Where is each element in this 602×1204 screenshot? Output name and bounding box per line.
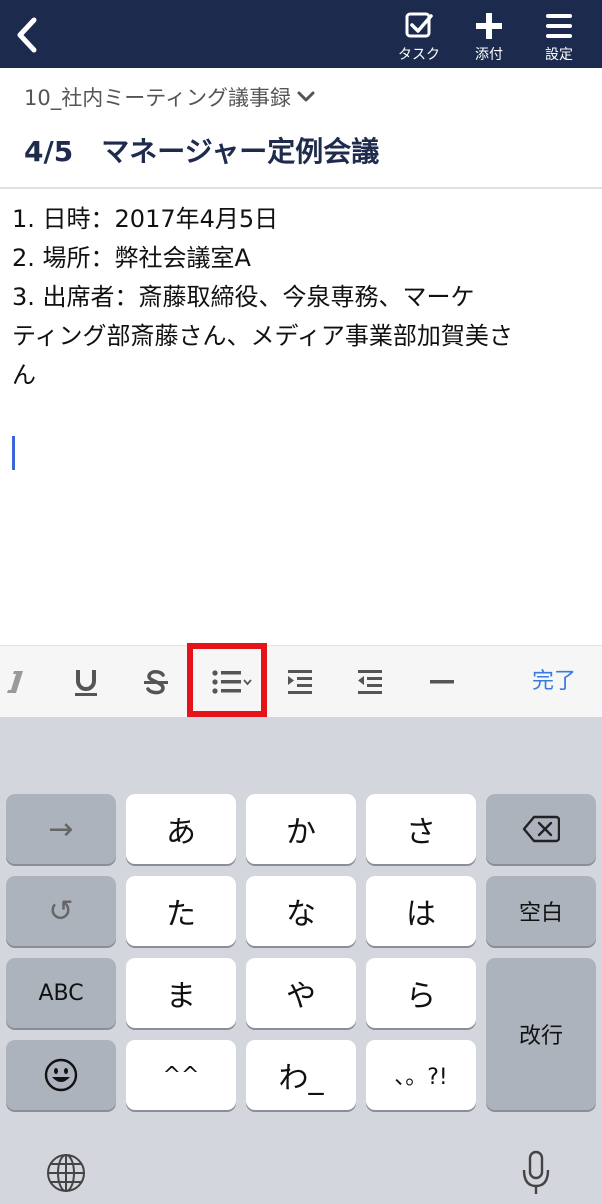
header-divider bbox=[0, 187, 602, 189]
task-button[interactable]: タスク bbox=[389, 8, 449, 64]
key-ra[interactable]: ら bbox=[366, 958, 476, 1028]
horizontal-rule-icon bbox=[430, 680, 454, 684]
globe-icon bbox=[47, 1154, 85, 1192]
key-arrow-right[interactable]: → bbox=[6, 794, 116, 864]
indent-icon bbox=[288, 670, 312, 694]
horizontal-rule-button[interactable] bbox=[422, 658, 462, 706]
key-abc[interactable]: ABC bbox=[6, 958, 116, 1028]
italic-icon bbox=[7, 671, 23, 693]
chevron-left-icon bbox=[17, 17, 37, 53]
indent-button[interactable] bbox=[280, 658, 320, 706]
notebook-selector[interactable]: 10_社内ミーティング議事録 bbox=[24, 82, 315, 112]
key-return[interactable]: 改行 bbox=[486, 958, 596, 1110]
settings-label: 設定 bbox=[545, 47, 573, 63]
key-space[interactable]: 空白 bbox=[486, 876, 596, 946]
backspace-icon bbox=[522, 815, 560, 843]
key-emoji[interactable] bbox=[6, 1040, 116, 1110]
japanese-kana-keyboard: → あ か さ ↺ た な は 空白 ABC ま や ら 改行 ^^ わ_ 、。… bbox=[0, 717, 602, 1204]
key-ya[interactable]: や bbox=[246, 958, 356, 1028]
format-toolbar: 完了 bbox=[0, 645, 602, 717]
note-line: 1. 日時：2017年4月5日 bbox=[12, 205, 279, 233]
key-a[interactable]: あ bbox=[126, 794, 236, 864]
microphone-icon bbox=[522, 1150, 550, 1194]
top-navbar: タスク 添付 設定 bbox=[0, 0, 602, 68]
highlight-box bbox=[187, 643, 267, 717]
text-cursor bbox=[12, 436, 15, 470]
outdent-icon bbox=[358, 670, 382, 694]
attach-button[interactable]: 添付 bbox=[459, 8, 519, 64]
hamburger-menu-icon bbox=[546, 14, 572, 38]
key-ma[interactable]: ま bbox=[126, 958, 236, 1028]
done-button[interactable]: 完了 bbox=[532, 658, 576, 706]
notebook-name: 10_社内ミーティング議事録 bbox=[24, 86, 291, 110]
strikethrough-button[interactable] bbox=[136, 658, 176, 706]
key-ha[interactable]: は bbox=[366, 876, 476, 946]
note-title[interactable]: 4/5 マネージャー定例会議 bbox=[24, 130, 379, 170]
note-line: 2. 場所：弊社会議室A bbox=[12, 244, 251, 272]
underline-button[interactable] bbox=[66, 658, 106, 706]
settings-button[interactable]: 設定 bbox=[529, 8, 589, 64]
key-sa[interactable]: さ bbox=[366, 794, 476, 864]
task-label: タスク bbox=[398, 47, 440, 63]
key-ka[interactable]: か bbox=[246, 794, 356, 864]
note-editor[interactable]: 1. 日時：2017年4月5日 2. 場所：弊社会議室A 3. 出席者：斎藤取締… bbox=[12, 200, 592, 395]
key-undo[interactable]: ↺ bbox=[6, 876, 116, 946]
underline-icon bbox=[75, 670, 97, 696]
key-ta[interactable]: た bbox=[126, 876, 236, 946]
key-delete[interactable] bbox=[486, 794, 596, 864]
note-line: ティング部斎藤さん、メディア事業部加賀美さ bbox=[12, 322, 513, 350]
key-na[interactable]: な bbox=[246, 876, 356, 946]
chevron-down-icon bbox=[297, 91, 315, 102]
globe-button[interactable] bbox=[42, 1149, 90, 1197]
task-check-icon bbox=[405, 12, 433, 38]
attach-label: 添付 bbox=[475, 47, 503, 63]
italic-button[interactable] bbox=[0, 658, 30, 706]
key-wa[interactable]: わ_ bbox=[246, 1040, 356, 1110]
key-punctuation[interactable]: 、。?! bbox=[366, 1040, 476, 1110]
smiley-icon bbox=[44, 1058, 78, 1092]
note-line: 3. 出席者：斎藤取締役、今泉専務、マーケ bbox=[12, 283, 475, 311]
note-line: ん bbox=[12, 361, 36, 389]
back-button[interactable] bbox=[8, 10, 48, 60]
outdent-button[interactable] bbox=[350, 658, 390, 706]
plus-icon bbox=[476, 13, 502, 39]
dictation-button[interactable] bbox=[514, 1147, 558, 1199]
key-kaomoji[interactable]: ^^ bbox=[126, 1040, 236, 1110]
strikethrough-icon bbox=[144, 670, 168, 695]
